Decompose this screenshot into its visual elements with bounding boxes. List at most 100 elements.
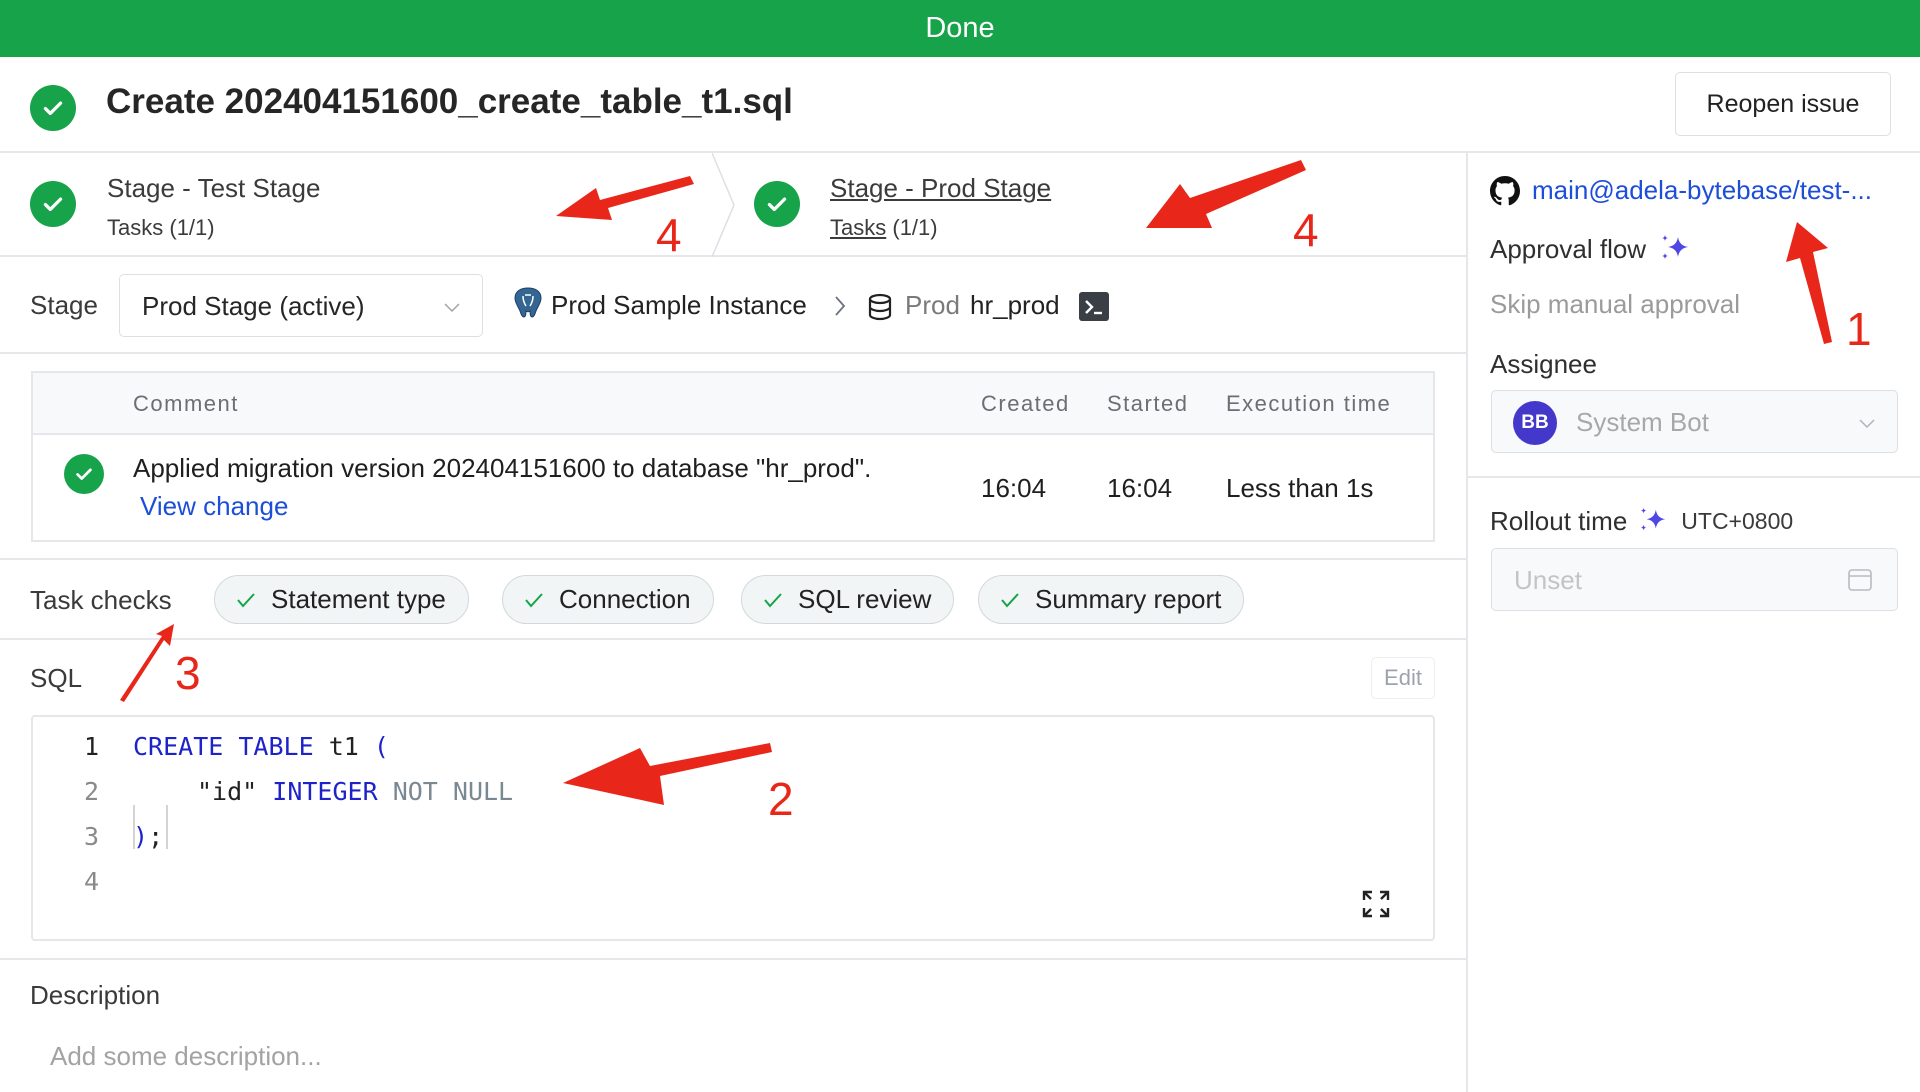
tasks-count: (1/1) — [169, 215, 215, 240]
stage-item-prod[interactable]: Stage - Prod Stage Tasks (1/1) — [724, 153, 1466, 257]
task-table: Comment Created Started Execution time A… — [31, 371, 1435, 542]
database-link[interactable]: hr_prod — [970, 290, 1060, 321]
column-header-started: Started — [1107, 391, 1189, 416]
tasks-label: Tasks — [107, 215, 164, 240]
sql-editor[interactable]: 1 CREATE TABLE t1 ( 2 "id" INTEGER NOT NULL… — [31, 715, 1435, 941]
rollout-time-picker[interactable]: Unset — [1491, 548, 1898, 611]
task-check-summary-report[interactable]: Summary report — [978, 575, 1245, 624]
check-icon — [999, 590, 1021, 610]
stage-pipeline: Stage - Test Stage Tasks (1/1) Stage - P… — [0, 153, 1466, 257]
avatar: BB — [1513, 401, 1557, 445]
task-execution-time: Less than 1s — [1226, 473, 1374, 503]
column-header-comment: Comment — [133, 391, 239, 416]
divider — [0, 958, 1466, 960]
issue-title: Create 202404151600_create_table_t1.sql — [106, 82, 793, 121]
stage-label: Stage — [30, 290, 98, 320]
sidebar-divider — [1466, 153, 1468, 1092]
tasks-label[interactable]: Tasks — [830, 215, 886, 240]
task-comment: Applied migration version 202404151600 t… — [133, 453, 872, 483]
code-token: "id" — [197, 777, 258, 806]
line-number: 4 — [83, 867, 99, 896]
annotation-number: 1 — [1846, 303, 1872, 355]
stage-name: Stage - Test Stage — [107, 173, 321, 203]
annotation-number: 4 — [656, 209, 682, 261]
stage-select-value: Prod Stage (active) — [142, 291, 365, 321]
line-number: 3 — [83, 822, 99, 851]
task-check-label: SQL review — [798, 584, 932, 614]
task-check-sql-review[interactable]: SQL review — [741, 575, 955, 624]
code-token: CREATE — [133, 732, 224, 761]
check-icon — [523, 590, 545, 610]
edit-sql-button[interactable]: Edit — [1371, 657, 1435, 699]
approval-flow-value: Skip manual approval — [1490, 289, 1741, 319]
database-env: Prod — [905, 290, 960, 320]
description-input[interactable] — [30, 1036, 1430, 1076]
expand-icon[interactable] — [1361, 889, 1391, 919]
task-checks-label: Task checks — [30, 585, 172, 615]
status-banner-text: Done — [925, 12, 995, 44]
instance-link[interactable]: Prod Sample Instance — [551, 290, 807, 321]
task-created: 16:04 — [981, 473, 1047, 503]
column-header-execution-time: Execution time — [1226, 391, 1392, 416]
vcs-branch-link[interactable]: main@adela-bytebase/test-... — [1532, 175, 1872, 206]
code-text: "id" INTEGER NOT NULL — [197, 777, 513, 806]
assignee-select[interactable]: BB System Bot — [1491, 390, 1898, 453]
chevron-down-icon — [1859, 419, 1875, 429]
stage-tasks: Tasks (1/1) — [107, 215, 215, 241]
reopen-issue-button[interactable]: Reopen issue — [1675, 72, 1891, 136]
timezone-label: UTC+0800 — [1681, 507, 1794, 534]
chevron-down-icon — [444, 303, 460, 313]
sparkles-icon — [1641, 507, 1666, 531]
postgresql-icon — [514, 287, 542, 318]
github-icon — [1490, 175, 1520, 205]
stage-select[interactable]: Prod Stage (active) — [119, 274, 483, 337]
stage-item-test[interactable]: Stage - Test Stage Tasks (1/1) — [0, 153, 712, 257]
stage-tasks: Tasks (1/1) — [830, 215, 938, 241]
check-circle-icon — [30, 181, 76, 227]
assignee-name: System Bot — [1576, 407, 1709, 437]
code-token: INTEGER — [272, 777, 378, 806]
check-circle-icon — [64, 454, 104, 494]
table-header: Comment Created Started Execution time — [33, 373, 1433, 435]
annotation-number: 4 — [1293, 204, 1319, 256]
annotation-number: 3 — [175, 647, 201, 699]
stage-name[interactable]: Stage - Prod Stage — [830, 173, 1051, 204]
stage-selector-row: Stage Prod Stage (active) Prod Sample In… — [0, 257, 1466, 354]
sparkles-icon — [1662, 235, 1689, 259]
task-check-label: Statement type — [271, 584, 446, 614]
code-text: ); — [133, 822, 163, 851]
indent-guide — [166, 805, 168, 849]
approval-flow-heading: Approval flow — [1490, 232, 1692, 266]
task-check-label: Connection — [559, 584, 691, 614]
task-check-connection[interactable]: Connection — [502, 575, 714, 624]
code-text: CREATE TABLE t1 ( — [133, 732, 389, 761]
sql-label: SQL — [30, 663, 83, 693]
code-token: ( — [373, 732, 389, 761]
description-label: Description — [30, 980, 161, 1010]
status-banner: Done — [0, 0, 1920, 57]
annotation-number: 2 — [768, 773, 794, 825]
approval-flow-label: Approval flow — [1490, 233, 1647, 264]
assignee-heading: Assignee — [1490, 349, 1597, 380]
view-change-link[interactable]: View change — [140, 491, 288, 522]
code-token: TABLE — [238, 732, 314, 761]
rollout-time-label: Rollout time — [1490, 505, 1628, 536]
calendar-icon — [1848, 569, 1872, 591]
task-started: 16:04 — [1107, 473, 1173, 503]
issue-header: Create 202404151600_create_table_t1.sql … — [0, 57, 1920, 153]
indent-guide — [133, 805, 135, 849]
tasks-count: (1/1) — [892, 215, 938, 240]
line-number: 1 — [83, 732, 99, 761]
database-icon — [868, 293, 892, 321]
check-circle-icon — [754, 181, 800, 227]
check-icon — [235, 590, 257, 610]
code-token: ) — [133, 822, 149, 851]
terminal-icon[interactable] — [1079, 292, 1109, 321]
rollout-time-heading: Rollout time UTC+0800 — [1490, 505, 1793, 537]
task-check-statement-type[interactable]: Statement type — [214, 575, 469, 624]
chevron-right-icon — [835, 296, 846, 316]
check-circle-icon — [30, 85, 76, 131]
